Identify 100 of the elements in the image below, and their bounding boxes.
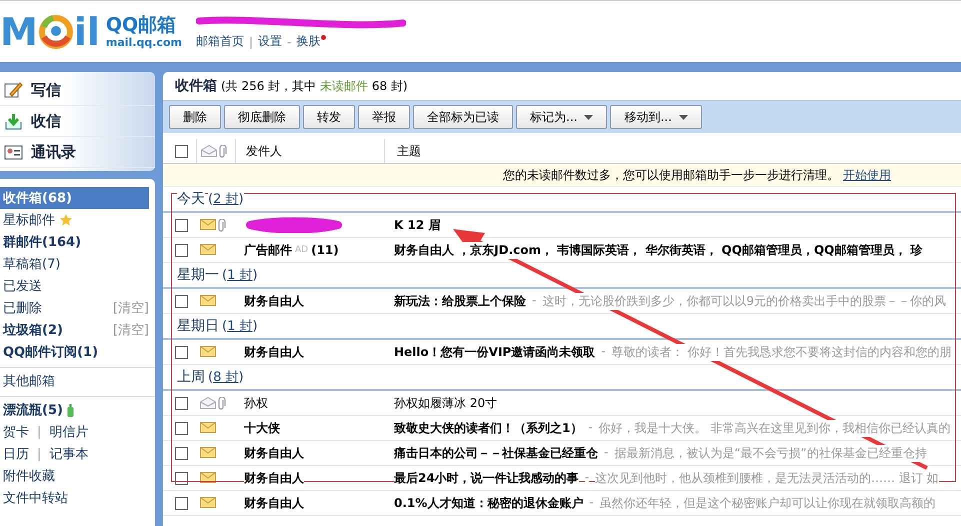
row-checkbox[interactable]	[175, 422, 188, 434]
parenthesis: (	[222, 268, 228, 283]
group-count-link[interactable]: 1 封	[227, 319, 252, 334]
row-checkbox[interactable]	[175, 446, 188, 460]
row-checkbox[interactable]	[175, 346, 188, 358]
toolbar-button[interactable]: 移动到...	[610, 105, 702, 129]
brand-domain: mail.qq.com	[106, 36, 182, 49]
group-count-link[interactable]: 1 封	[227, 268, 252, 283]
toolbar-button[interactable]: 转发	[303, 105, 355, 129]
mail-row[interactable]: 财务自由人 痛击日本的公司－－社保基金已经重仓 - 据最新消息，被认为是“最不会亏损”的社保基金已经重仓持	[163, 441, 961, 466]
mail-row[interactable]: 财务自由人 Hello！您有一份VIP邀请函尚未领取 - 尊敬的读者： 你好！首先我恳求您不要将这封信的内容和您的朋	[163, 340, 961, 365]
toolbar-button[interactable]: 举报	[358, 105, 410, 129]
column-header[interactable]: 主题	[385, 142, 961, 160]
folder-title: 收件箱	[175, 77, 217, 95]
row-checkbox[interactable]	[175, 496, 188, 510]
group-count-link[interactable]: 2 封	[213, 192, 238, 207]
preview-text: 这时，无论股价跌到多少，你都可以以9元的价格卖出手中的股票－－你的风	[542, 292, 946, 310]
sender-name: 财务自由人	[244, 470, 304, 486]
header-link[interactable]: 设置	[258, 33, 282, 50]
contact-card-icon	[4, 143, 23, 161]
parenthesis: (	[222, 319, 228, 334]
toolbar-button[interactable]: 删除	[169, 105, 221, 129]
subject-text: K 12 眉	[394, 216, 440, 234]
brand-name: QQ邮箱	[106, 14, 178, 36]
sidebar-item[interactable]: 漂流瓶(5)	[3, 401, 63, 419]
sidebar-item[interactable]: 垃圾箱(2)	[3, 321, 63, 339]
parenthesis: (	[208, 192, 214, 207]
parenthesis: (	[208, 370, 214, 385]
parenthesis: )	[252, 319, 258, 334]
separator: -	[287, 34, 292, 48]
notice-text: 您的未读邮件数过多，您可以使用邮箱助手一步一步进行清理。	[503, 166, 839, 184]
sidebar-action[interactable]: 写信	[0, 75, 155, 106]
subject-text: 0.1%人才知道：秘密的退休金账户	[394, 494, 584, 512]
mail-row[interactable]: 广告邮件 AD (11) 财务自由人 ，京东JD.com， 韦博国际英语， 华尔街英语， QQ邮箱管理员，QQ邮箱管理员， 珍	[163, 238, 961, 263]
preview-text: 据最新消息，被认为是“最不会亏损”的社保基金已经重仓持	[614, 444, 927, 462]
sidebar-item[interactable]: 其他邮箱	[3, 372, 55, 390]
pencil-icon	[4, 81, 23, 99]
toolbar-button[interactable]: 全部标为已读	[413, 105, 513, 129]
sidebar-item[interactable]: 群邮件(164)	[3, 233, 82, 251]
start-link[interactable]: 开始使用	[843, 166, 891, 184]
row-checkbox[interactable]	[175, 472, 188, 484]
mail-row[interactable]: 孙权 孙权如履薄冰 20寸	[163, 391, 961, 416]
separator: |	[37, 424, 42, 440]
group-label: 上周	[177, 368, 205, 386]
group-label: 今天	[177, 190, 205, 208]
subject-text: 财务自由人 ，京东JD.com， 韦博国际英语， 华尔街英语， QQ邮箱管理员，QQ邮箱管理员， 珍	[394, 242, 923, 258]
row-checkbox[interactable]	[175, 294, 188, 308]
envelope-icon	[201, 145, 217, 157]
sidebar-item[interactable]: 贺卡	[3, 423, 29, 441]
sender-name: 财务自由人	[244, 292, 304, 310]
sidebar-item[interactable]: 附件收藏	[3, 467, 55, 485]
sidebar-action[interactable]: 收信	[0, 106, 155, 137]
preview-text: 你好，我是十大侠。 非常高兴在这里见到你，我相信你已经认真的	[598, 420, 951, 436]
paperclip-icon	[219, 144, 227, 158]
row-checkbox[interactable]	[175, 218, 188, 232]
sidebar-action[interactable]: 通讯录	[0, 137, 155, 168]
separator: |	[37, 446, 42, 462]
sender-count: (11)	[311, 243, 339, 257]
sidebar-item[interactable]: QQ邮件订阅(1)	[3, 343, 98, 361]
mail-row[interactable]: 财务自由人 新玩法：给股票上个保险 - 这时，无论股价跌到多少，你都可以以9元的价格卖出手中的股票－－你的风	[163, 289, 961, 314]
parenthesis: )	[252, 268, 258, 283]
subject-text: 孙权如履薄冰 20寸	[394, 394, 498, 412]
sidebar-item[interactable]: 已发送	[3, 277, 42, 295]
mail-row[interactable]: 财务自由人 0.1%人才知道：秘密的退休金账户 - 虽然你还年轻，但是这个秘密账户却可以让你现在就领取高额的	[163, 491, 961, 516]
preview-text: 虽然你还年轻，但是这个秘密账户却可以让你现在就领取高额的	[600, 494, 936, 512]
download-tray-icon	[4, 112, 23, 130]
preview-text: 尊敬的读者： 你好！首先我恳求您不要将这封信的内容和您的朋	[612, 344, 952, 360]
group-label: 星期日	[177, 317, 219, 335]
mail-row[interactable]: K 12 眉	[163, 213, 961, 238]
sidebar-item[interactable]: 星标邮件	[3, 211, 55, 229]
sidebar-item[interactable]: 已删除	[3, 299, 42, 317]
sender-name: 财务自由人	[244, 444, 304, 462]
mail-row[interactable]: 财务自由人 最后24小时，说一件让我感动的事 - 这次见到他时，他从颈椎到腰椎，是无法灵活活动的…… 退订 如	[163, 466, 961, 491]
sidebar-item[interactable]: 草稿箱(7)	[3, 255, 60, 273]
subject-text: 最后24小时，说一件让我感动的事	[394, 470, 579, 486]
row-checkbox[interactable]	[175, 244, 188, 256]
sender-name: 十大侠	[244, 420, 280, 436]
group-label: 星期一	[177, 266, 219, 284]
sender-name: 财务自由人	[244, 494, 304, 512]
toolbar-button[interactable]: 标记为...	[516, 105, 608, 129]
mail-row[interactable]: 十大侠 致敬史大侠的读者们！（系列之1） - 你好，我是十大侠。 非常高兴在这里见到你，我相信你已经认真的	[163, 416, 961, 441]
row-checkbox[interactable]	[175, 396, 188, 410]
subject-text: 痛击日本的公司－－社保基金已经重仓	[394, 444, 598, 462]
toolbar-button[interactable]: 彻底删除	[224, 105, 300, 129]
column-header[interactable]: 发件人	[236, 139, 385, 163]
subject-text: 新玩法：给股票上个保险	[394, 292, 526, 310]
sidebar-item[interactable]: 记事本	[49, 445, 88, 463]
header-link[interactable]: 换肤	[296, 33, 320, 50]
preview-text: 这次见到他时，他从颈椎到腰椎，是无法灵活活动的…… 退订 如	[595, 470, 939, 486]
logo-letter: M	[0, 12, 38, 50]
sidebar-item[interactable]: 日历	[3, 445, 29, 463]
subject-text: Hello！您有一份VIP邀请函尚未领取	[394, 344, 596, 360]
sidebar-item[interactable]: 文件中转站	[3, 489, 68, 507]
sidebar-item[interactable]: 明信片	[49, 423, 88, 441]
group-count-link[interactable]: 8 封	[213, 370, 238, 385]
select-all-checkbox[interactable]	[175, 144, 188, 158]
ad-label: AD	[295, 245, 308, 255]
separator: |	[248, 34, 254, 48]
header-link[interactable]: 邮箱首页	[196, 33, 244, 50]
parenthesis: )	[238, 370, 244, 385]
